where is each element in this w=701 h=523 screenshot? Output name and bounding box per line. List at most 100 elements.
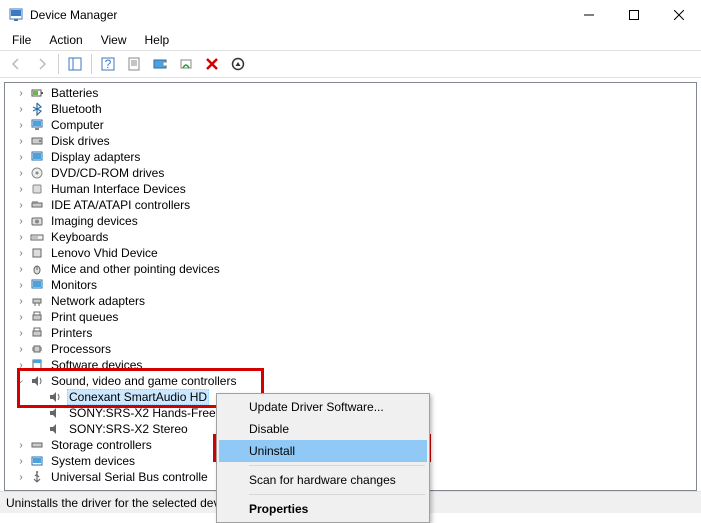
tree-label: Lenovo Vhid Device xyxy=(49,246,160,260)
tree-item-batteries[interactable]: Batteries xyxy=(5,85,696,101)
tree-label: Monitors xyxy=(49,278,99,292)
tree-label: IDE ATA/ATAPI controllers xyxy=(49,198,192,212)
tree-label: Printers xyxy=(49,326,94,340)
printer-icon xyxy=(29,309,45,325)
processor-icon xyxy=(29,341,45,357)
maximize-button[interactable] xyxy=(611,0,656,30)
printer-icon xyxy=(29,325,45,341)
tree-item-printq[interactable]: Print queues xyxy=(5,309,696,325)
ctx-disable[interactable]: Disable xyxy=(219,418,427,440)
tree-label: Bluetooth xyxy=(49,102,104,116)
menu-action[interactable]: Action xyxy=(41,31,90,49)
tree-item-hid[interactable]: Human Interface Devices xyxy=(5,181,696,197)
svg-text:?: ? xyxy=(105,57,112,71)
tree-label: Disk drives xyxy=(49,134,112,148)
tree-label: Storage controllers xyxy=(49,438,154,452)
ctx-update-driver[interactable]: Update Driver Software... xyxy=(219,396,427,418)
tree-label: System devices xyxy=(49,454,137,468)
network-icon xyxy=(29,293,45,309)
mouse-icon xyxy=(29,261,45,277)
properties-button[interactable] xyxy=(122,52,146,76)
hid-icon xyxy=(29,181,45,197)
tree-item-processors[interactable]: Processors xyxy=(5,341,696,357)
ide-icon xyxy=(29,197,45,213)
bluetooth-icon xyxy=(29,101,45,117)
context-menu: Update Driver Software... Disable Uninst… xyxy=(216,393,430,523)
monitor-icon xyxy=(29,277,45,293)
tree-label: Display adapters xyxy=(49,150,142,164)
help-button[interactable]: ? xyxy=(96,52,120,76)
device-icon xyxy=(29,245,45,261)
minimize-button[interactable] xyxy=(566,0,611,30)
tree-item-imaging[interactable]: Imaging devices xyxy=(5,213,696,229)
title-bar: Device Manager xyxy=(0,0,701,30)
ctx-scan[interactable]: Scan for hardware changes xyxy=(219,469,427,491)
tree-item-monitors[interactable]: Monitors xyxy=(5,277,696,293)
tree-label: SONY:SRS-X2 Hands-Free xyxy=(67,406,218,420)
tree-item-software[interactable]: Software devices xyxy=(5,357,696,373)
tree-label: Computer xyxy=(49,118,106,132)
speaker-icon xyxy=(47,421,63,437)
tree-label: DVD/CD-ROM drives xyxy=(49,166,166,180)
menu-file[interactable]: File xyxy=(4,31,39,49)
speaker-icon xyxy=(47,389,63,405)
speaker-icon xyxy=(29,373,45,389)
tree-item-keyboards[interactable]: Keyboards xyxy=(5,229,696,245)
toolbar: ? xyxy=(0,50,701,78)
tree-label: Conexant SmartAudio HD xyxy=(67,389,209,405)
tree-label: Network adapters xyxy=(49,294,147,308)
ctx-properties[interactable]: Properties xyxy=(219,498,427,520)
tree-item-ide[interactable]: IDE ATA/ATAPI controllers xyxy=(5,197,696,213)
ctx-separator xyxy=(249,494,425,495)
tree-label: Universal Serial Bus controlle xyxy=(49,470,210,484)
tree-label: Mice and other pointing devices xyxy=(49,262,222,276)
battery-icon xyxy=(29,85,45,101)
tree-item-network[interactable]: Network adapters xyxy=(5,293,696,309)
tree-label: Sound, video and game controllers xyxy=(49,374,238,388)
ctx-uninstall[interactable]: Uninstall xyxy=(219,440,427,462)
ctx-separator xyxy=(249,465,425,466)
tree-label: Batteries xyxy=(49,86,100,100)
camera-icon xyxy=(29,213,45,229)
storage-icon xyxy=(29,437,45,453)
menu-view[interactable]: View xyxy=(93,31,135,49)
tree-item-mice[interactable]: Mice and other pointing devices xyxy=(5,261,696,277)
window-title: Device Manager xyxy=(30,8,566,22)
tree-label: Imaging devices xyxy=(49,214,140,228)
back-button[interactable] xyxy=(4,52,28,76)
tree-item-printers[interactable]: Printers xyxy=(5,325,696,341)
scan-hardware-icon[interactable] xyxy=(174,52,198,76)
window-controls xyxy=(566,0,701,30)
display-icon xyxy=(29,149,45,165)
close-button[interactable] xyxy=(656,0,701,30)
update-driver-icon[interactable] xyxy=(148,52,172,76)
menu-help[interactable]: Help xyxy=(137,31,178,49)
menu-bar: File Action View Help xyxy=(0,30,701,50)
forward-button[interactable] xyxy=(30,52,54,76)
status-text: Uninstalls the driver for the selected d… xyxy=(6,496,222,510)
disable-icon[interactable] xyxy=(226,52,250,76)
tree-label: Processors xyxy=(49,342,113,356)
keyboard-icon xyxy=(29,229,45,245)
tree-label: Print queues xyxy=(49,310,120,324)
tree-item-sound[interactable]: Sound, video and game controllers xyxy=(5,373,696,389)
computer-icon xyxy=(29,117,45,133)
show-hide-tree-button[interactable] xyxy=(63,52,87,76)
tree-label: Software devices xyxy=(49,358,144,372)
disk-icon xyxy=(29,133,45,149)
tree-item-disk[interactable]: Disk drives xyxy=(5,133,696,149)
tree-item-bluetooth[interactable]: Bluetooth xyxy=(5,101,696,117)
speaker-icon xyxy=(47,405,63,421)
software-icon xyxy=(29,357,45,373)
system-icon xyxy=(29,453,45,469)
tree-item-computer[interactable]: Computer xyxy=(5,117,696,133)
tree-label: Keyboards xyxy=(49,230,110,244)
app-icon xyxy=(8,7,24,23)
tree-label: SONY:SRS-X2 Stereo xyxy=(67,422,190,436)
tree-item-display[interactable]: Display adapters xyxy=(5,149,696,165)
tree-label: Human Interface Devices xyxy=(49,182,188,196)
dvd-icon xyxy=(29,165,45,181)
tree-item-lenovo[interactable]: Lenovo Vhid Device xyxy=(5,245,696,261)
tree-item-dvd[interactable]: DVD/CD-ROM drives xyxy=(5,165,696,181)
uninstall-icon[interactable] xyxy=(200,52,224,76)
